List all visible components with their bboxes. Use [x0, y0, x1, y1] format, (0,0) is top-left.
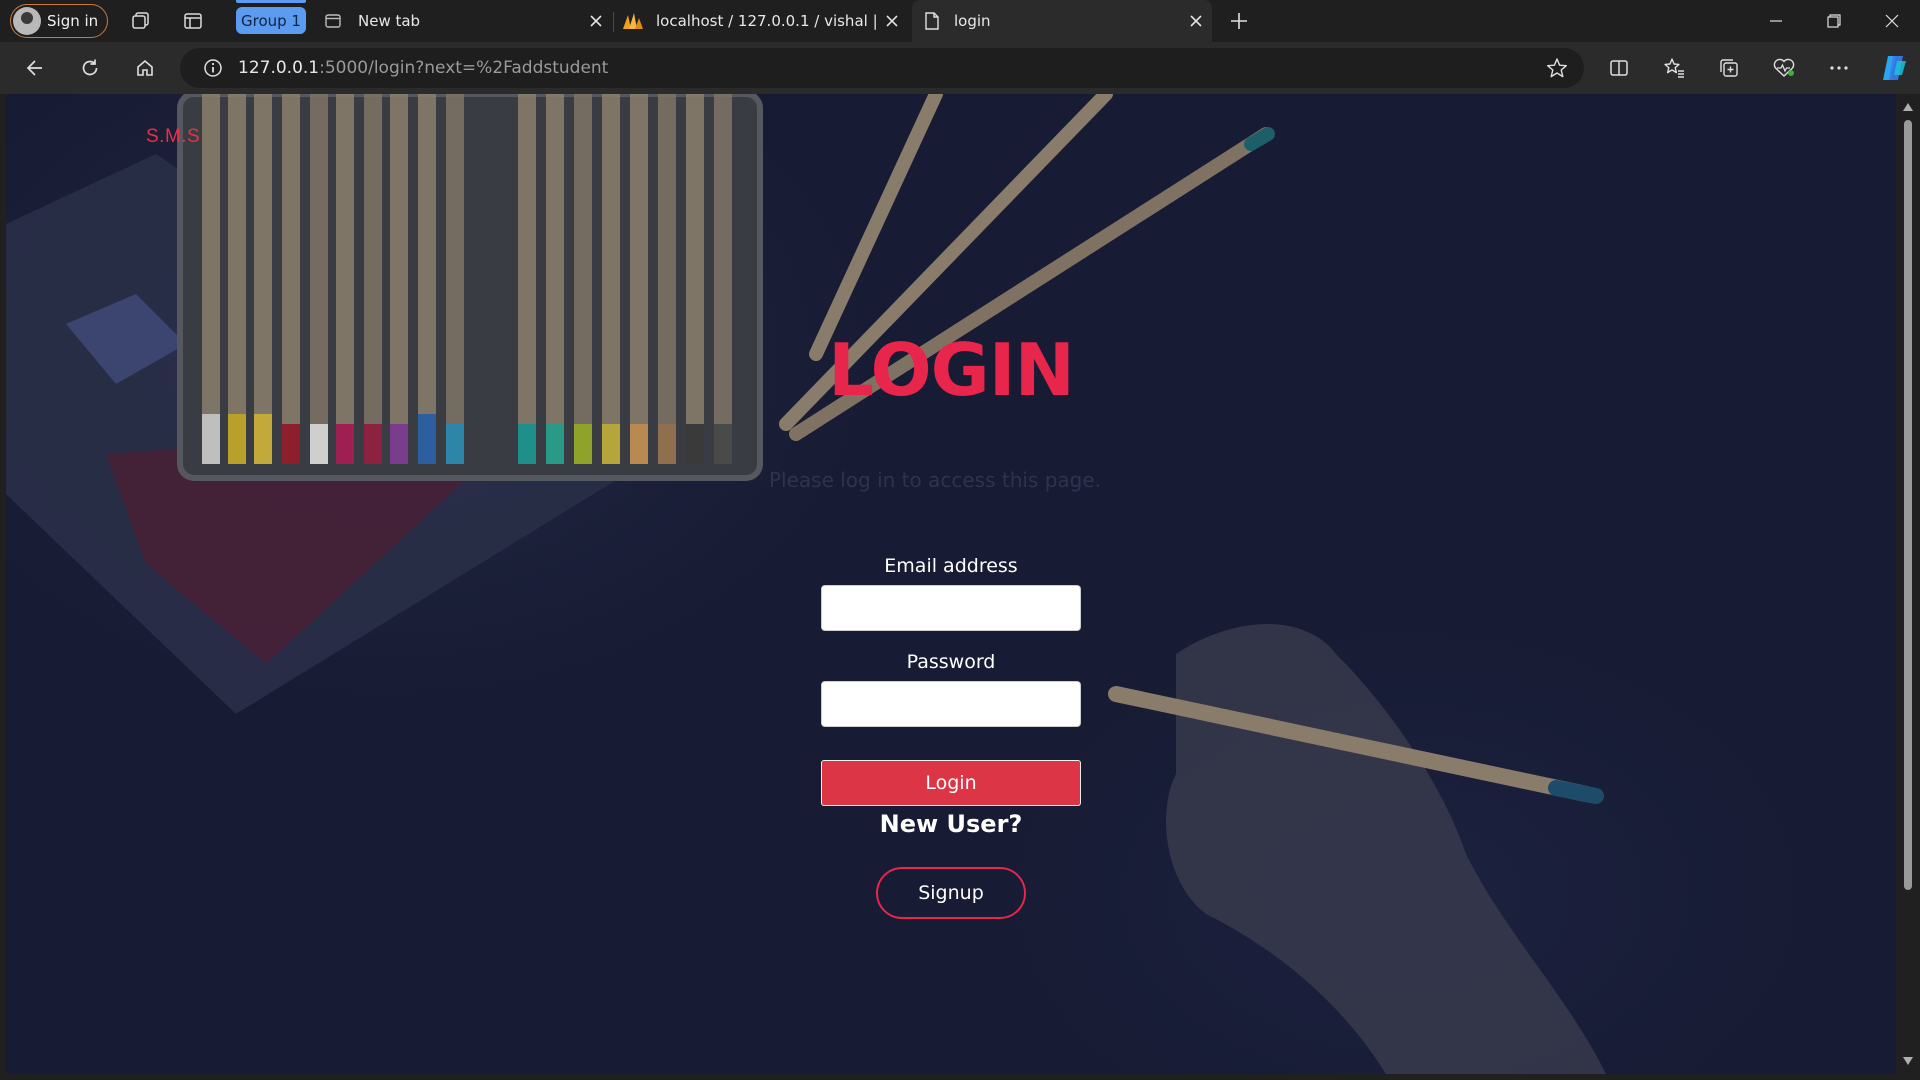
page-icon — [924, 12, 940, 30]
page-title: LOGIN — [828, 328, 1075, 412]
scrollbar-thumb[interactable] — [1904, 120, 1912, 890]
split-screen-icon[interactable] — [1605, 54, 1633, 82]
new-user-heading: New User? — [879, 810, 1023, 838]
tab-new-tab[interactable]: New tab — [314, 0, 612, 42]
close-window-button[interactable] — [1864, 0, 1920, 42]
login-required-message: Please log in to access this page. — [768, 468, 1102, 492]
close-tab-icon[interactable] — [586, 11, 606, 31]
home-button[interactable] — [130, 53, 160, 83]
address-bar[interactable]: 127.0.0.1:5000/login?next=%2Faddstudent — [180, 48, 1584, 88]
profile-label: Sign in — [47, 12, 99, 30]
login-button[interactable]: Login — [821, 760, 1081, 806]
tab-group-label: Group 1 — [241, 11, 301, 30]
password-field[interactable] — [821, 681, 1081, 727]
email-label: Email address — [884, 555, 1018, 577]
browser-essentials-icon[interactable] — [1770, 54, 1798, 82]
minimize-button[interactable] — [1748, 0, 1804, 42]
workspaces-icon[interactable] — [128, 8, 154, 34]
url-path: :5000/login?next=%2Faddstudent — [319, 58, 609, 78]
background-artwork — [6, 94, 1606, 1074]
tab-actions-icon[interactable] — [180, 8, 206, 34]
avatar — [13, 7, 41, 35]
favorite-star-icon[interactable] — [1546, 57, 1568, 79]
scroll-down-arrow-icon[interactable] — [1902, 1056, 1914, 1066]
new-tab-button[interactable] — [1226, 8, 1252, 34]
email-field[interactable] — [821, 585, 1081, 631]
signup-button[interactable]: Signup — [876, 867, 1026, 919]
reload-button[interactable] — [75, 53, 105, 83]
scroll-up-arrow-icon[interactable] — [1902, 102, 1914, 112]
close-tab-icon[interactable] — [1186, 11, 1206, 31]
title-bar: Sign in Group 1 New tab localhost / 127.… — [0, 0, 1920, 42]
site-info-icon[interactable] — [202, 57, 224, 79]
browser-toolbar: 127.0.0.1:5000/login?next=%2Faddstudent — [0, 42, 1920, 94]
window-bottom-edge — [0, 1074, 1920, 1080]
profile-sign-in-button[interactable]: Sign in — [10, 4, 108, 38]
close-tab-icon[interactable] — [882, 11, 902, 31]
page-scrollbar[interactable] — [1896, 94, 1920, 1074]
favorites-icon[interactable] — [1660, 54, 1688, 82]
restore-button[interactable] — [1806, 0, 1862, 42]
tab-title: login — [954, 12, 991, 30]
tab-login[interactable]: login — [912, 0, 1212, 42]
password-label: Password — [906, 651, 996, 673]
copilot-icon[interactable] — [1878, 52, 1910, 84]
tab-phpmyadmin[interactable]: localhost / 127.0.0.1 / vishal | php — [616, 0, 908, 42]
new-tab-icon — [324, 12, 342, 30]
back-button[interactable] — [20, 53, 50, 83]
collections-icon[interactable] — [1715, 54, 1743, 82]
tab-group-indicator — [236, 0, 306, 3]
more-options-icon[interactable] — [1825, 54, 1853, 82]
phpmyadmin-icon — [622, 12, 644, 30]
tab-group-chip[interactable]: Group 1 — [236, 7, 306, 34]
url-host: 127.0.0.1 — [238, 58, 320, 78]
url-text[interactable]: 127.0.0.1:5000/login?next=%2Faddstudent — [238, 58, 608, 78]
tab-divider — [613, 12, 614, 32]
tab-title: localhost / 127.0.0.1 / vishal | php — [656, 12, 878, 30]
brand-logo-link[interactable]: S.M.S — [146, 126, 200, 148]
tab-title: New tab — [358, 12, 421, 30]
login-page: S.M.S LOGIN Please log in to access this… — [6, 94, 1896, 1074]
